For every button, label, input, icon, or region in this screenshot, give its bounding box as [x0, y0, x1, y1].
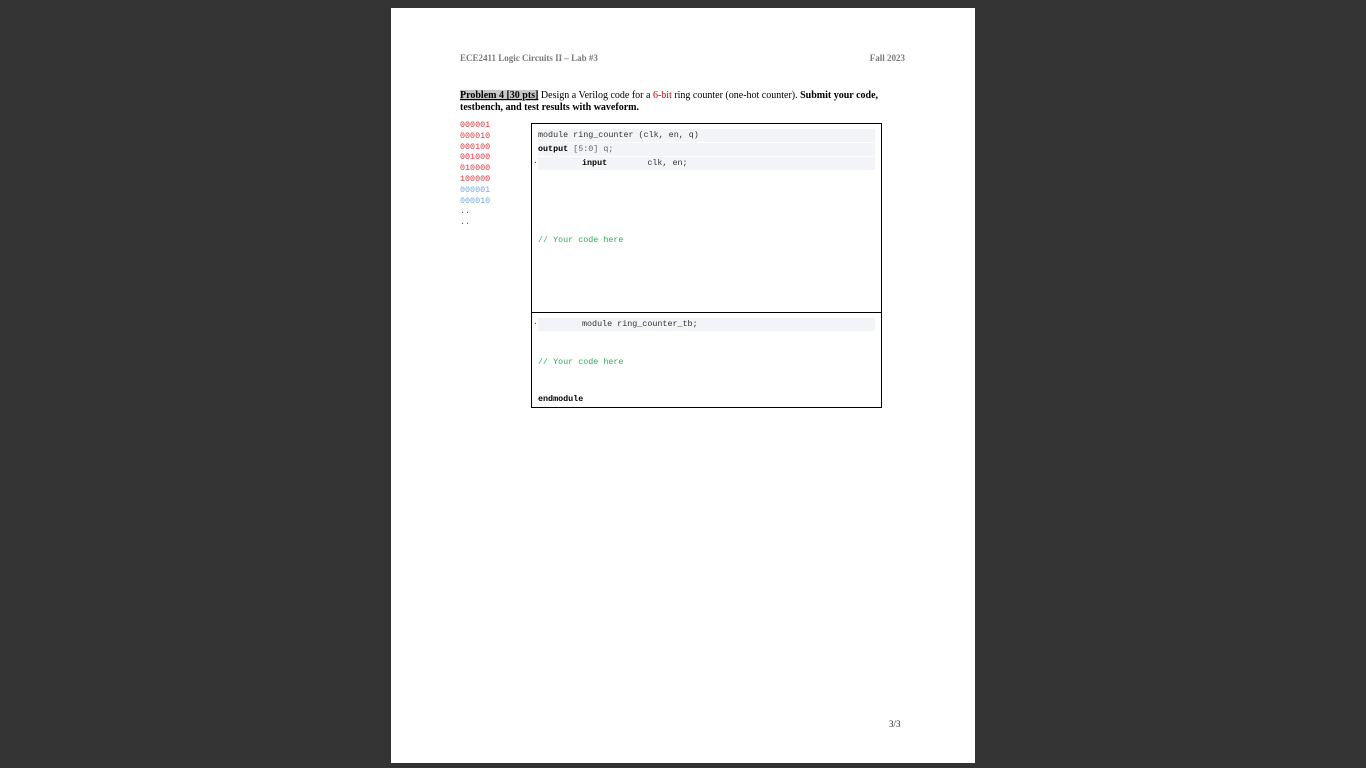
header-semester: Fall 2023 [869, 53, 905, 63]
problem-highlight: 6-bit [652, 90, 672, 101]
sequence-item: 000010 [460, 195, 491, 206]
code-line: output [5:0] q; [538, 143, 875, 156]
code-line: module ring_counter (clk, en, q) [538, 129, 875, 142]
sequence-item: 100000 [460, 173, 491, 184]
sequence-item: 010000 [460, 163, 491, 174]
code-endmodule: endmodule [538, 394, 584, 404]
ring-sequence: 000001 000010 000100 001000 010000 10000… [460, 120, 490, 228]
code-comment: // Your code here [538, 235, 624, 245]
problem-label: Problem 4 [30 pts] [460, 90, 539, 101]
page-number: 3/3 [889, 719, 901, 729]
code-keyword: output [538, 144, 569, 154]
code-keyword: input [582, 158, 608, 168]
code-text: module ring_counter_tb; [582, 319, 698, 329]
code-box-module[interactable]: module ring_counter (clk, en, q) output … [531, 123, 882, 313]
code-line: input clk, en; [538, 157, 875, 170]
code-box-testbench[interactable]: . module ring_counter_tb; // Your code h… [531, 312, 882, 408]
code-text: [5:0] q; [568, 144, 614, 154]
code-comment: // Your code here [538, 357, 624, 367]
sequence-item: 001000 [460, 152, 491, 163]
sequence-item: 000010 [460, 130, 491, 141]
sequence-item: 000001 [460, 184, 491, 195]
header-course-title: ECE2411 Logic Circuits II – Lab #3 [460, 53, 598, 63]
sequence-item: 000100 [460, 141, 491, 152]
code-text: module ring_counter (clk, en, q) [538, 130, 699, 140]
sequence-ellipsis: .. [460, 206, 471, 217]
sequence-ellipsis: .. [460, 217, 471, 228]
problem-statement: Problem 4 [30 pts] Design a Verilog code… [460, 90, 910, 113]
code-line: module ring_counter_tb; [538, 318, 875, 331]
document-page: ECE2411 Logic Circuits II – Lab #3 Fall … [391, 8, 975, 763]
sequence-item: 000001 [460, 120, 491, 130]
problem-text-b: ring counter (one-hot counter). [671, 90, 801, 101]
problem-text-a: Design a Verilog code for a [538, 90, 653, 101]
code-text: clk, en; [607, 158, 688, 168]
